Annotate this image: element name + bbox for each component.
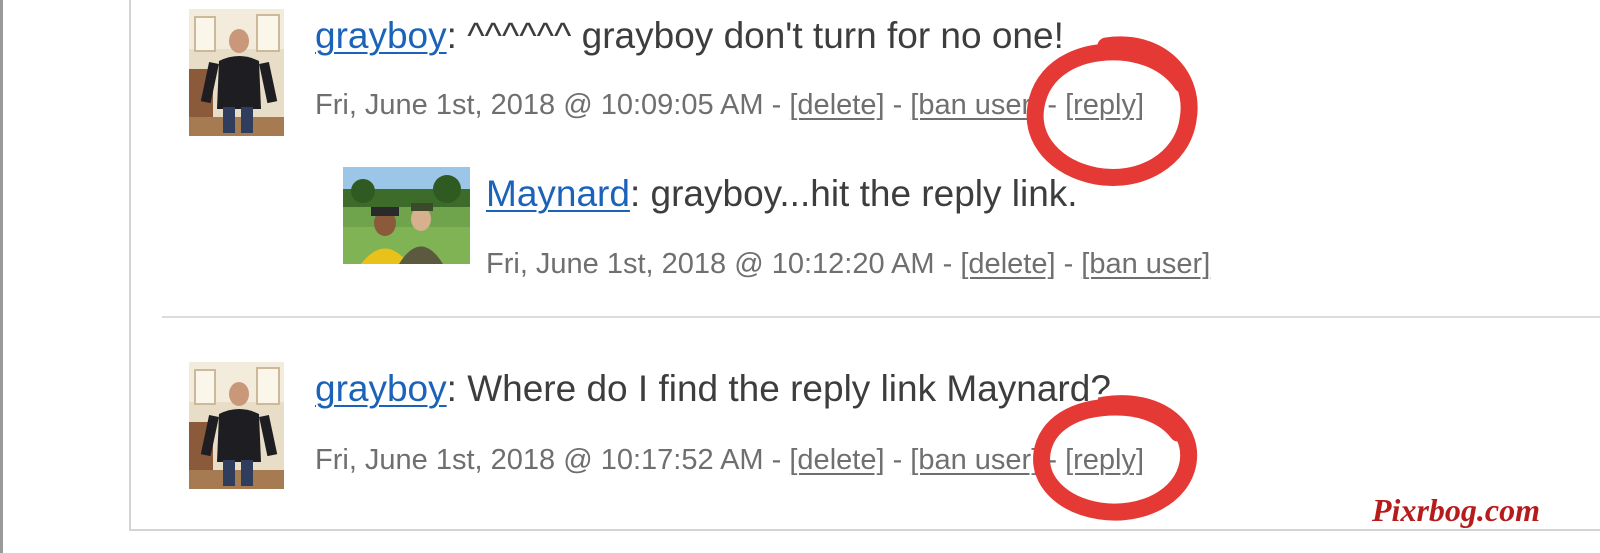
comment-1-ban-user-link[interactable]: [ban user] (910, 89, 1039, 121)
separator: - (1039, 89, 1066, 121)
comment-1-text: : ^^^^^^ grayboy don't turn for no one! (446, 15, 1064, 56)
avatar-maynard[interactable] (343, 167, 470, 264)
comment-2-meta: Fri, June 1st, 2018 @ 10:12:20 AM - [del… (486, 247, 1210, 281)
avatar-grayboy[interactable] (189, 9, 284, 136)
comment-2-delete-link[interactable]: [delete] (960, 248, 1055, 280)
watermark: Pixrbog.com (1372, 492, 1540, 528)
comment-1-delete-link[interactable]: [delete] (789, 89, 884, 121)
window-edge (0, 0, 3, 553)
comment-3-message: grayboy: Where do I find the reply link … (315, 367, 1111, 411)
comment-2-message: Maynard: grayboy...hit the reply link. (486, 172, 1078, 216)
separator: - (1055, 248, 1082, 280)
comment-3-ban-user-link[interactable]: [ban user] (910, 444, 1039, 476)
comment-3-timestamp: Fri, June 1st, 2018 @ 10:17:52 AM (315, 444, 764, 476)
avatar-image (189, 9, 284, 136)
comment-2-timestamp: Fri, June 1st, 2018 @ 10:12:20 AM (486, 248, 935, 280)
separator: - (1039, 444, 1066, 476)
comment-3-text: : Where do I find the reply link Maynard… (446, 368, 1111, 409)
comment-1-meta: Fri, June 1st, 2018 @ 10:09:05 AM - [del… (315, 88, 1144, 122)
avatar-grayboy[interactable] (189, 362, 284, 489)
screenshot: grayboy: ^^^^^^ grayboy don't turn for n… (0, 0, 1600, 553)
separator: - (884, 89, 911, 121)
separator: - (763, 444, 790, 476)
comment-3-delete-link[interactable]: [delete] (789, 444, 884, 476)
comment-1-reply-link[interactable]: [reply] (1065, 89, 1144, 121)
thread-divider (162, 316, 1600, 318)
comment-3-meta: Fri, June 1st, 2018 @ 10:17:52 AM - [del… (315, 443, 1144, 477)
comment-1-message: grayboy: ^^^^^^ grayboy don't turn for n… (315, 14, 1064, 58)
avatar-image (189, 362, 284, 489)
comment-1-author-link[interactable]: grayboy (315, 15, 447, 56)
comment-2-ban-user-link[interactable]: [ban user] (1081, 248, 1210, 280)
comment-2-text: : grayboy...hit the reply link. (629, 173, 1078, 214)
comment-1-timestamp: Fri, June 1st, 2018 @ 10:09:05 AM (315, 89, 764, 121)
comment-3-author-link[interactable]: grayboy (315, 368, 447, 409)
separator: - (934, 248, 961, 280)
separator: - (763, 89, 790, 121)
comment-2-author-link[interactable]: Maynard (486, 173, 630, 214)
avatar-image (343, 167, 470, 264)
separator: - (884, 444, 911, 476)
comment-3-reply-link[interactable]: [reply] (1065, 444, 1144, 476)
